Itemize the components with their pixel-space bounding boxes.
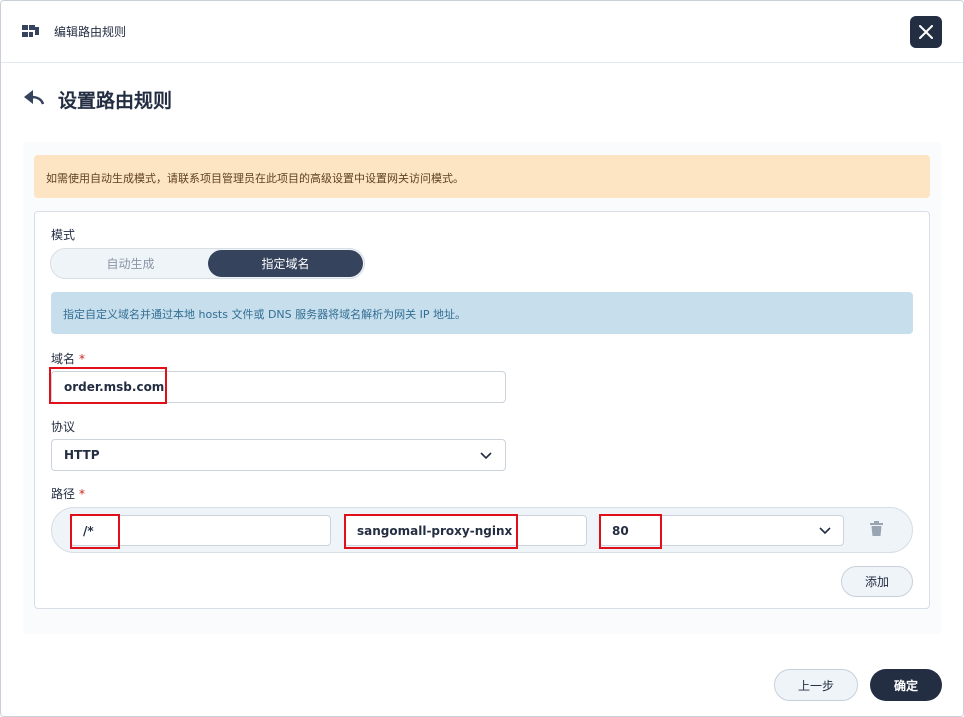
mode-label: 模式 bbox=[51, 228, 76, 242]
app-grid-icon bbox=[22, 25, 39, 37]
close-icon bbox=[919, 25, 933, 39]
required-mark: * bbox=[79, 487, 86, 501]
add-path-button[interactable]: 添加 bbox=[841, 566, 913, 597]
port-select-value: 80 bbox=[612, 523, 629, 538]
domain-label-text: 域名 bbox=[51, 352, 76, 366]
port-select[interactable]: 80 bbox=[599, 515, 844, 546]
trash-icon[interactable] bbox=[870, 521, 883, 536]
protocol-label: 协议 bbox=[51, 420, 76, 434]
mode-option-auto[interactable]: 自动生成 bbox=[53, 250, 208, 277]
back-arrow-icon[interactable] bbox=[23, 88, 45, 106]
domain-input-value: order.msb.com bbox=[64, 380, 165, 394]
info-banner: 指定自定义域名并通过本地 hosts 文件或 DNS 服务器将域名解析为网关 I… bbox=[51, 292, 913, 334]
confirm-button[interactable]: 确定 bbox=[870, 669, 942, 701]
service-select-value: sangomall-proxy-nginx bbox=[357, 523, 513, 538]
page-title: 设置路由规则 bbox=[58, 90, 173, 112]
previous-step-button[interactable]: 上一步 bbox=[774, 669, 858, 701]
path-label-text: 路径 bbox=[51, 487, 76, 501]
dialog: 编辑路由规则 设置路由规则 如需使用自动生成模式，请联系项目管理员在此项目的高级… bbox=[0, 0, 964, 717]
required-mark: * bbox=[79, 352, 86, 366]
mode-segmented-control: 自动生成 指定域名 bbox=[50, 248, 365, 279]
chevron-down-icon bbox=[819, 527, 831, 535]
mode-option-custom-domain[interactable]: 指定域名 bbox=[208, 250, 363, 277]
warning-banner: 如需使用自动生成模式，请联系项目管理员在此项目的高级设置中设置网关访问模式。 bbox=[34, 155, 930, 198]
dialog-header: 编辑路由规则 bbox=[1, 1, 963, 63]
service-select[interactable]: sangomall-proxy-nginx bbox=[344, 515, 587, 546]
path-input-value: /* bbox=[83, 523, 94, 538]
domain-input[interactable]: order.msb.com bbox=[51, 371, 506, 403]
path-label: 路径 * bbox=[51, 485, 85, 502]
close-button[interactable] bbox=[910, 16, 942, 48]
domain-label: 域名 * bbox=[51, 350, 85, 367]
chevron-down-icon bbox=[480, 452, 492, 460]
path-input[interactable]: /* bbox=[70, 515, 331, 546]
dialog-title: 编辑路由规则 bbox=[54, 25, 127, 39]
protocol-select[interactable]: HTTP bbox=[51, 439, 506, 471]
protocol-select-value: HTTP bbox=[64, 448, 100, 462]
